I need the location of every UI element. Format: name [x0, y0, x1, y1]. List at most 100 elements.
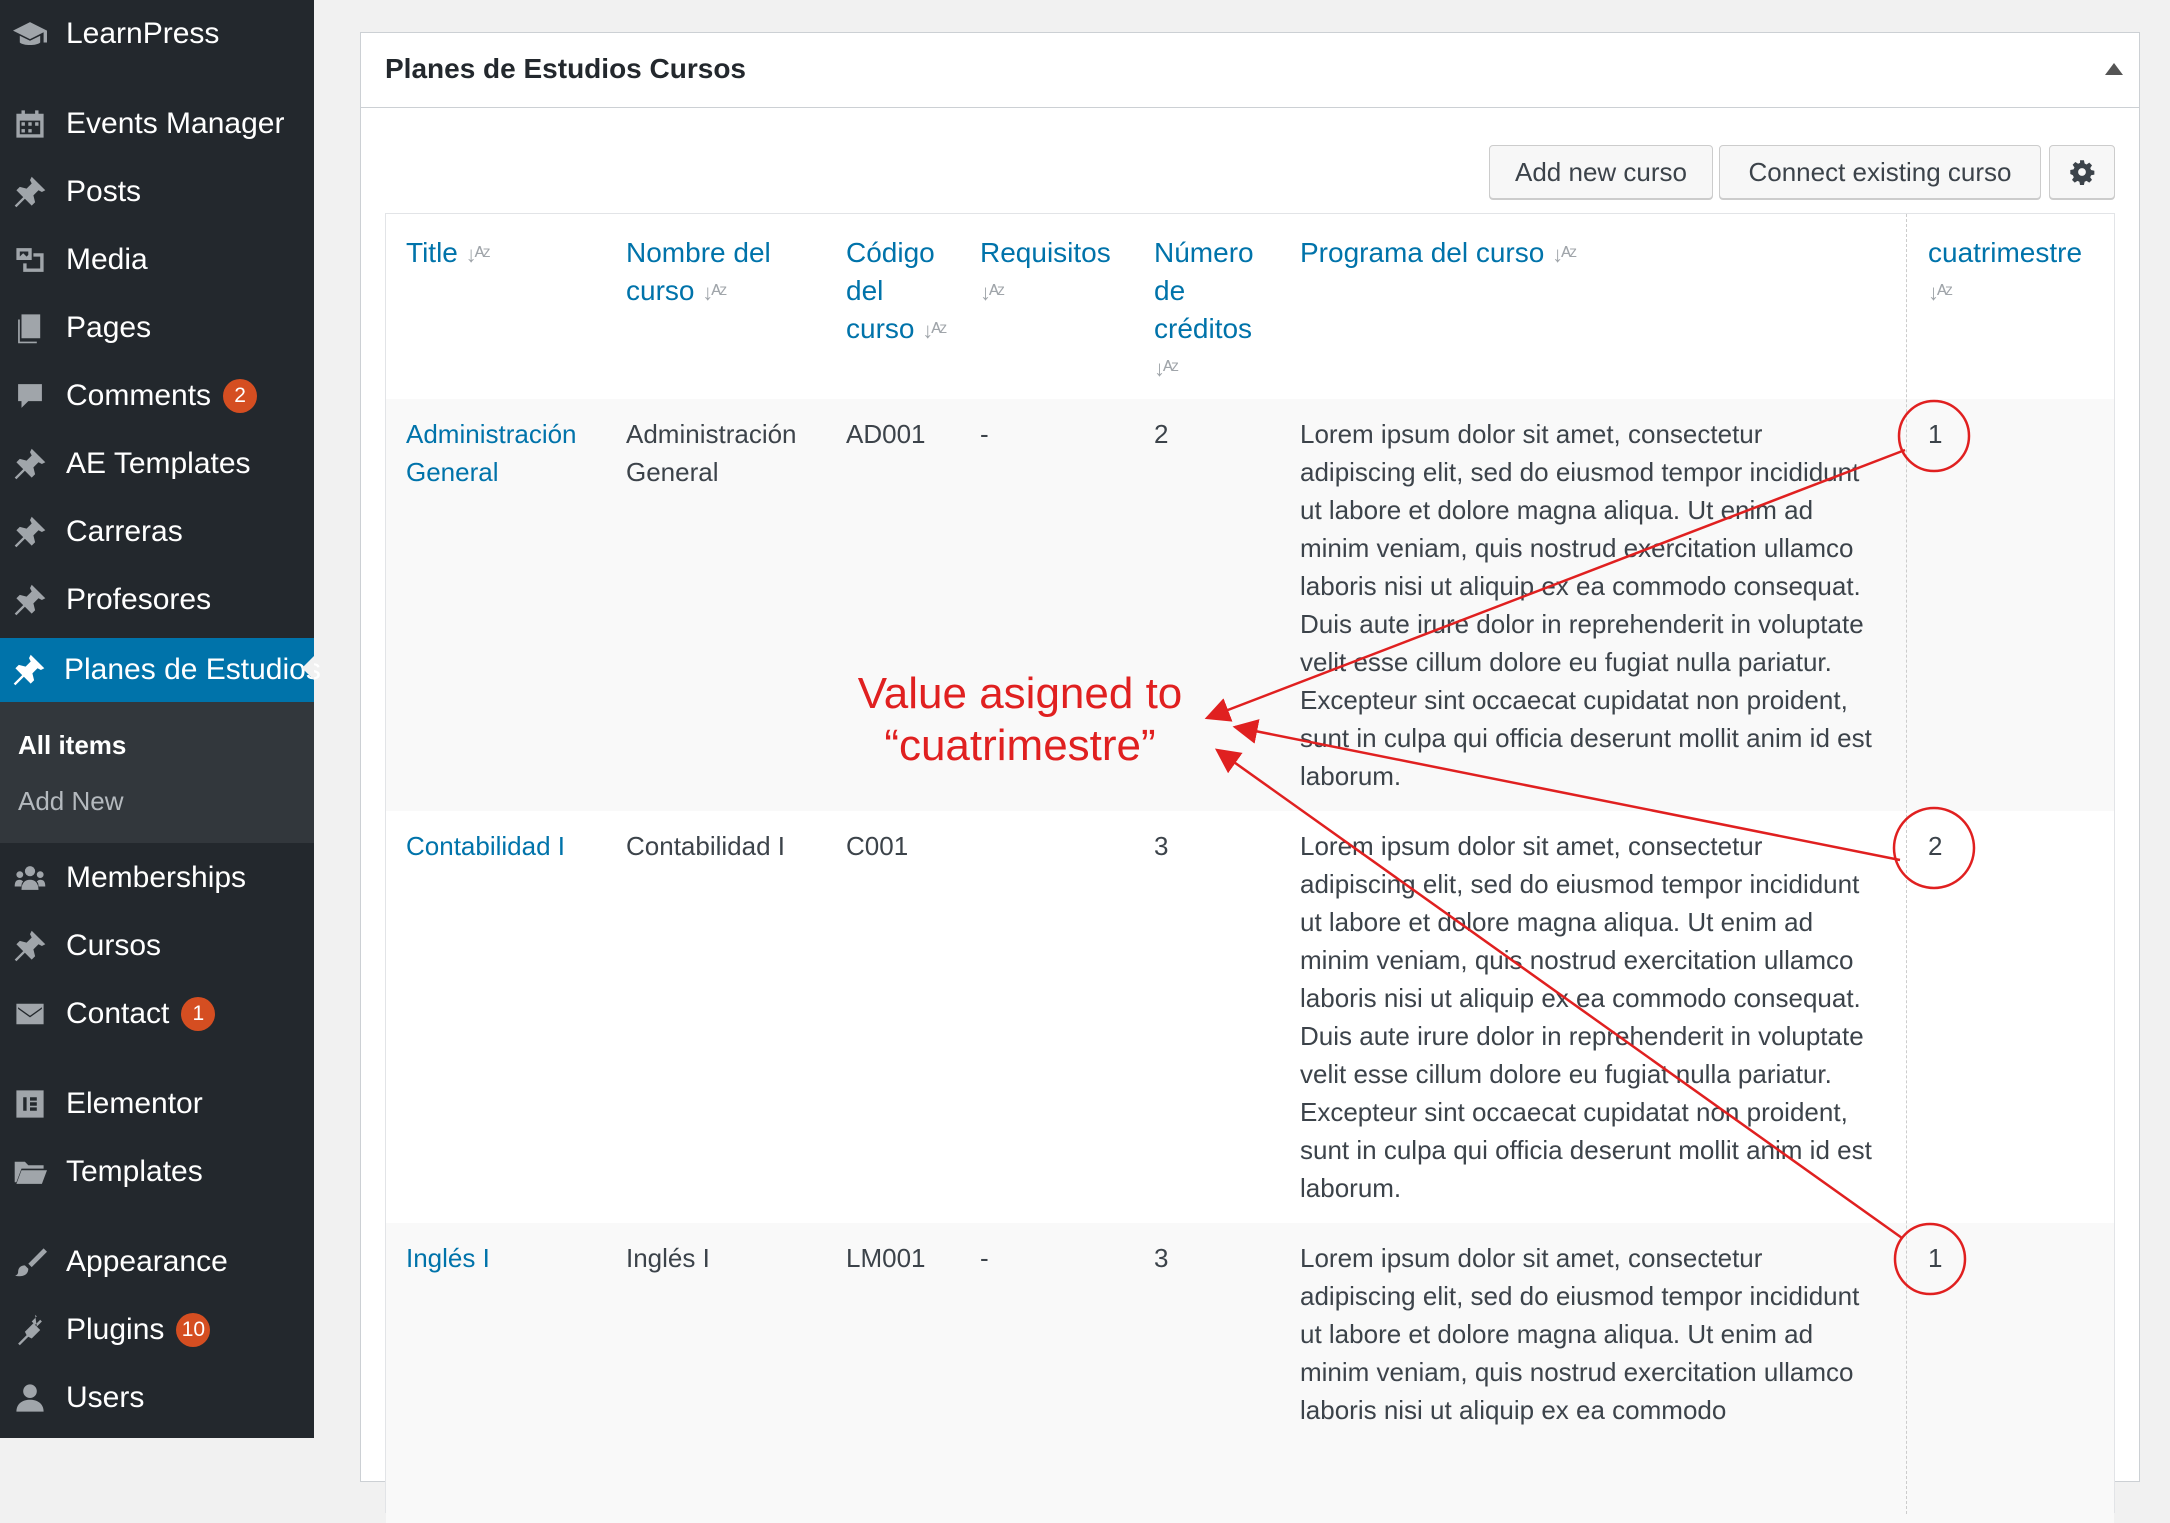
- paintbrush-icon: [12, 1244, 48, 1280]
- menu-item-appearance[interactable]: Appearance: [0, 1232, 314, 1292]
- menu-item-planes-de-estudios[interactable]: Planes de Estudios: [0, 638, 321, 702]
- collapse-arrow-icon[interactable]: [2105, 63, 2123, 75]
- menu-item-learnpress[interactable]: LearnPress: [0, 4, 314, 64]
- gear-icon: [2070, 160, 2095, 185]
- cell-nombre: Contabilidad I: [626, 831, 785, 861]
- menu-item-users[interactable]: Users: [0, 1368, 314, 1428]
- annotation-label: Value asigned to “cuatrimestre”: [857, 669, 1183, 770]
- metabox-header: Planes de Estudios Cursos: [361, 33, 2139, 108]
- menu-item-label: Profesores: [66, 583, 212, 616]
- connect-existing-curso-button[interactable]: Connect existing curso: [1719, 145, 2041, 199]
- sort-icon: ↓ᴬᶻ: [465, 242, 491, 267]
- menu-item-label: Contact: [66, 997, 170, 1030]
- menu-item-label: Carreras: [66, 515, 183, 548]
- pushpin-icon: [12, 652, 46, 688]
- pushpin-icon: [12, 514, 48, 550]
- cell-nombre: Administración General: [626, 419, 797, 487]
- cell-programa: Lorem ipsum dolor sit amet, consectetur …: [1300, 419, 1872, 791]
- menu-item-label: Appearance: [66, 1245, 228, 1278]
- cursos-table: Title ↓ᴬᶻ Nombre del curso ↓ᴬᶻ Código de…: [385, 213, 2115, 1523]
- metabox-title: Planes de Estudios Cursos: [385, 53, 746, 84]
- table-row: Contabilidad I Contabilidad I C001 3 Lor…: [386, 811, 2114, 1223]
- menu-item-pages[interactable]: Pages: [0, 298, 314, 358]
- menu-item-label: Posts: [66, 175, 142, 208]
- admin-sidebar: LearnPress Events Manager Posts Media Pa…: [0, 0, 321, 1438]
- menu-item-templates[interactable]: Templates: [0, 1142, 314, 1202]
- graduation-cap-icon: [12, 16, 48, 52]
- pushpin-icon: [12, 928, 48, 964]
- groups-icon: [12, 860, 48, 896]
- pushpin-icon: [12, 446, 48, 482]
- menu-item-label: Planes de Estudios: [64, 653, 321, 686]
- media-icon: [12, 242, 48, 278]
- menu-item-profesores[interactable]: Profesores: [0, 570, 314, 630]
- menu-item-label: Events Manager: [66, 107, 285, 140]
- envelope-icon: [12, 996, 48, 1032]
- calendar-icon: [12, 106, 48, 142]
- sort-icon: ↓ᴬᶻ: [1552, 242, 1577, 267]
- cell-cuatrimestre: 1: [1928, 1243, 1943, 1273]
- add-new-curso-button[interactable]: Add new curso: [1489, 145, 1713, 199]
- sort-icon: ↓ᴬᶻ: [702, 280, 727, 305]
- sort-icon: ↓ᴬᶻ: [922, 318, 947, 343]
- folder-icon: [12, 1154, 48, 1190]
- menu-item-comments[interactable]: Comments 2: [0, 366, 314, 426]
- cell-cuatrimestre: 2: [1928, 831, 1943, 861]
- table-header: Title ↓ᴬᶻ Nombre del curso ↓ᴬᶻ Código de…: [386, 214, 2114, 400]
- contact-count-badge: 1: [181, 997, 216, 1031]
- menu-item-label: Comments: [66, 379, 212, 412]
- menu-item-ae-templates[interactable]: AE Templates: [0, 434, 314, 494]
- plugin-icon: [12, 1312, 48, 1348]
- cell-creditos: 3: [1154, 831, 1169, 861]
- pages-icon: [12, 310, 48, 346]
- menu-item-media[interactable]: Media: [0, 230, 314, 290]
- cell-creditos: 2: [1154, 419, 1169, 449]
- pushpin-icon: [12, 174, 48, 210]
- cell-programa: Lorem ipsum dolor sit amet, consectetur …: [1300, 831, 1872, 1203]
- planes-submenu: All items Add New: [0, 702, 314, 843]
- col-nombre-header[interactable]: Nombre del curso ↓ᴬᶻ: [626, 234, 826, 312]
- submenu-all-items[interactable]: All items: [18, 730, 126, 761]
- user-icon: [12, 1380, 48, 1416]
- row-title-link[interactable]: Contabilidad I: [406, 827, 606, 865]
- cell-programa: Lorem ipsum dolor sit amet, consectetur …: [1300, 1243, 1860, 1425]
- cell-creditos: 3: [1154, 1243, 1169, 1273]
- cell-codigo: AD001: [846, 419, 926, 449]
- menu-item-carreras[interactable]: Carreras: [0, 502, 314, 562]
- menu-item-contact[interactable]: Contact 1: [0, 984, 314, 1044]
- cell-codigo: LM001: [846, 1243, 926, 1273]
- menu-item-events-manager[interactable]: Events Manager: [0, 94, 314, 154]
- submenu-add-new[interactable]: Add New: [18, 786, 124, 817]
- menu-item-label: Memberships: [66, 861, 247, 894]
- menu-item-elementor[interactable]: Elementor: [0, 1074, 314, 1134]
- menu-item-label: Plugins: [66, 1313, 165, 1346]
- menu-item-label: Pages: [66, 311, 152, 344]
- elementor-icon: [12, 1086, 48, 1122]
- sort-icon: ↓ᴬᶻ: [1154, 356, 1179, 381]
- menu-item-label: Media: [66, 243, 148, 276]
- sort-icon: ↓ᴬᶻ: [980, 280, 1005, 305]
- cell-cuatrimestre: 1: [1928, 419, 1943, 449]
- menu-item-label: AE Templates: [66, 447, 251, 480]
- menu-item-memberships[interactable]: Memberships: [0, 848, 314, 908]
- menu-item-cursos[interactable]: Cursos: [0, 916, 314, 976]
- col-creditos-header[interactable]: Número de créditos ↓ᴬᶻ: [1154, 234, 1274, 388]
- row-title-link[interactable]: Administración General: [406, 415, 606, 491]
- sort-icon: ↓ᴬᶻ: [1928, 280, 1953, 305]
- menu-item-label: Cursos: [66, 929, 162, 962]
- cell-nombre: Inglés I: [626, 1243, 710, 1273]
- menu-item-posts[interactable]: Posts: [0, 162, 314, 222]
- col-codigo-header[interactable]: Código del curso ↓ᴬᶻ: [846, 234, 956, 350]
- col-programa-header[interactable]: Programa del curso ↓ᴬᶻ: [1300, 234, 1890, 274]
- pushpin-icon: [12, 582, 48, 618]
- plugins-update-badge: 10: [176, 1313, 211, 1347]
- col-requisitos-header[interactable]: Requisitos ↓ᴬᶻ: [980, 234, 1130, 312]
- col-cuatrimestre-header[interactable]: cuatrimestre ↓ᴬᶻ: [1928, 234, 2108, 312]
- row-title-link[interactable]: Inglés I: [406, 1239, 606, 1277]
- col-title-header[interactable]: Title ↓ᴬᶻ: [406, 234, 606, 274]
- settings-button[interactable]: [2049, 145, 2115, 199]
- menu-item-plugins[interactable]: Plugins 10: [0, 1300, 314, 1360]
- cell-codigo: C001: [846, 831, 909, 861]
- menu-item-label: LearnPress: [66, 17, 220, 50]
- menu-item-label: Templates: [66, 1155, 203, 1188]
